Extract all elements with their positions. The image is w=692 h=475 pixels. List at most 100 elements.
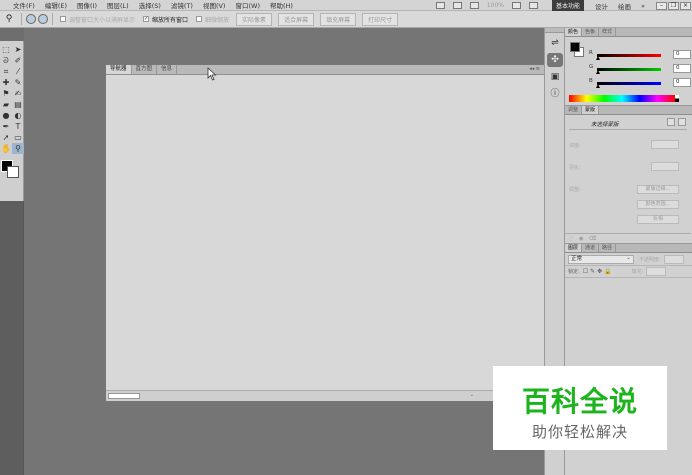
eyedropper-tool-icon[interactable]: ⁄ — [12, 66, 24, 77]
move-tool-icon[interactable]: ➤ — [12, 44, 24, 55]
color-range-button[interactable]: 颜色范围... — [637, 200, 679, 209]
black-white-picker[interactable] — [675, 95, 679, 102]
feather-field[interactable] — [651, 162, 679, 171]
history-brush-tool-icon[interactable]: ✍ — [12, 88, 24, 99]
brush-tool-icon[interactable]: ✎ — [12, 77, 24, 88]
type-tool-icon[interactable]: T — [12, 121, 24, 132]
red-value-field[interactable]: 0 — [673, 50, 691, 59]
tab-info[interactable]: 信息 — [157, 65, 178, 74]
workspace-essentials-button[interactable]: 基本功能 — [552, 0, 585, 11]
menu-window[interactable]: 窗口(W) — [230, 0, 265, 10]
menu-file[interactable]: 文件(F) — [8, 0, 40, 10]
minimize-icon[interactable]: – — [656, 1, 667, 10]
pen-tool-icon[interactable]: ✒ — [0, 121, 12, 132]
lasso-tool-icon[interactable]: ᘐ — [0, 55, 12, 66]
tab-color[interactable]: 颜色 — [565, 28, 583, 36]
history-panel-icon[interactable]: ⇌ — [547, 36, 563, 50]
zoom-out-icon[interactable] — [38, 14, 48, 24]
bridge-icon[interactable] — [435, 2, 445, 9]
red-slider[interactable]: R 0 — [587, 50, 692, 60]
navigator-zoom-field[interactable] — [108, 393, 140, 399]
scrubby-zoom-checkbox[interactable]: 细微缩放 — [196, 15, 229, 24]
toggle-mask-icon[interactable]: ◉ — [579, 236, 584, 242]
color-spectrum-bar[interactable] — [569, 95, 675, 102]
tab-masks[interactable]: 蒙版 — [582, 106, 600, 114]
blend-mode-select[interactable]: 正常 — [568, 254, 634, 264]
workspace-design[interactable]: 设计 — [590, 1, 613, 11]
crop-tool-icon[interactable]: ⌗ — [0, 66, 12, 77]
zoom-all-windows-checkbox[interactable]: ✓ 缩放所有窗口 — [143, 15, 188, 24]
vector-mask-icon[interactable] — [678, 118, 686, 126]
restore-icon[interactable]: ❐ — [668, 1, 679, 10]
zoom-tool-icon[interactable]: ⚲ — [12, 143, 24, 154]
close-icon[interactable]: × — [680, 1, 691, 10]
workspace-painting[interactable]: 绘画 — [613, 1, 636, 11]
menu-image[interactable]: 图像(I) — [72, 0, 102, 10]
healing-brush-tool-icon[interactable]: ✚ — [0, 77, 12, 88]
green-slider[interactable]: G 0 — [587, 64, 692, 74]
zoom-in-icon[interactable] — [26, 14, 36, 24]
dock-grip[interactable] — [545, 28, 564, 33]
opacity-field[interactable] — [663, 254, 684, 264]
panel-menu-icon[interactable]: ◂◂ ≡ — [529, 66, 540, 72]
path-select-tool-icon[interactable]: ➚ — [0, 132, 12, 143]
screen-mode-icon[interactable] — [512, 2, 521, 9]
tab-adjustments[interactable]: 调整 — [565, 106, 583, 114]
menu-filter[interactable]: 滤镜(T) — [166, 0, 198, 10]
eraser-tool-icon[interactable]: ▰ — [0, 99, 12, 110]
workspace-more[interactable]: » — [636, 2, 650, 10]
quick-select-tool-icon[interactable]: ✐ — [12, 55, 24, 66]
arrange-icon[interactable] — [529, 2, 538, 9]
green-track[interactable] — [597, 68, 661, 71]
blue-thumb[interactable] — [596, 84, 600, 88]
green-value-field[interactable]: 0 — [673, 64, 691, 73]
menu-view[interactable]: 视图(V) — [198, 0, 231, 10]
fill-field[interactable] — [646, 267, 667, 276]
menu-layer[interactable]: 图层(L) — [102, 0, 134, 10]
lock-pixels-icon[interactable]: ✎ — [590, 268, 595, 275]
shape-tool-icon[interactable]: ▭ — [12, 132, 24, 143]
background-color-swatch[interactable] — [7, 166, 19, 178]
tab-channels[interactable]: 通道 — [582, 244, 600, 252]
red-track[interactable] — [597, 54, 661, 57]
invert-button[interactable]: 反相 — [637, 215, 679, 224]
menu-help[interactable]: 帮助(H) — [265, 0, 298, 10]
red-thumb[interactable] — [596, 56, 600, 60]
blue-value-field[interactable]: 0 — [673, 78, 691, 87]
menu-edit[interactable]: 编辑(E) — [40, 0, 72, 10]
tab-navigator[interactable]: 导航器 — [106, 65, 132, 74]
green-thumb[interactable] — [596, 70, 600, 74]
lock-position-icon[interactable]: ✥ — [597, 268, 602, 275]
blue-track[interactable] — [597, 82, 661, 85]
resize-windows-checkbox[interactable]: 调整窗口大小以满屏显示 — [60, 15, 135, 24]
tab-histogram[interactable]: 直方图 — [132, 65, 158, 74]
delete-mask-icon[interactable]: ⌫ — [589, 236, 597, 242]
blur-tool-icon[interactable]: ● — [0, 110, 12, 121]
tab-paths[interactable]: 路径 — [599, 244, 617, 252]
fill-screen-button[interactable]: 填充屏幕 — [320, 12, 357, 26]
blue-slider[interactable]: B 0 — [587, 78, 692, 88]
clone-stamp-tool-icon[interactable]: ⚑ — [0, 88, 12, 99]
density-field[interactable] — [651, 140, 679, 149]
lock-all-icon[interactable]: 🔒 — [604, 268, 611, 275]
print-size-button[interactable]: 打印尺寸 — [362, 12, 399, 26]
navigator-panel-icon[interactable]: ✣ — [547, 53, 563, 67]
mask-edge-button[interactable]: 蒙版边缘... — [637, 185, 679, 194]
menu-select[interactable]: 选择(S) — [134, 0, 166, 10]
tab-styles[interactable]: 样式 — [599, 28, 617, 36]
load-selection-icon[interactable]: ◌ — [569, 236, 574, 242]
color-foreground-swatch[interactable] — [570, 42, 580, 52]
arrange-docs-icon[interactable] — [469, 2, 479, 9]
image-panel-icon[interactable]: ▣ — [547, 70, 563, 84]
zoom-tool-preset-icon[interactable]: ⚲ — [0, 14, 18, 24]
zoom-out-small-icon[interactable]: ⌄ — [470, 392, 474, 398]
tab-swatches[interactable]: 色板 — [582, 28, 600, 36]
gradient-tool-icon[interactable]: ▤ — [12, 99, 24, 110]
fit-screen-button[interactable]: 适合屏幕 — [278, 12, 315, 26]
pixel-mask-icon[interactable] — [667, 118, 675, 126]
lock-transparency-icon[interactable]: ☐ — [583, 268, 588, 275]
info-panel-icon[interactable]: ⓘ — [547, 87, 563, 101]
hand-tool-icon[interactable]: ✋ — [0, 143, 12, 154]
view-extras-icon[interactable] — [452, 2, 462, 9]
dodge-tool-icon[interactable]: ◐ — [12, 110, 24, 121]
